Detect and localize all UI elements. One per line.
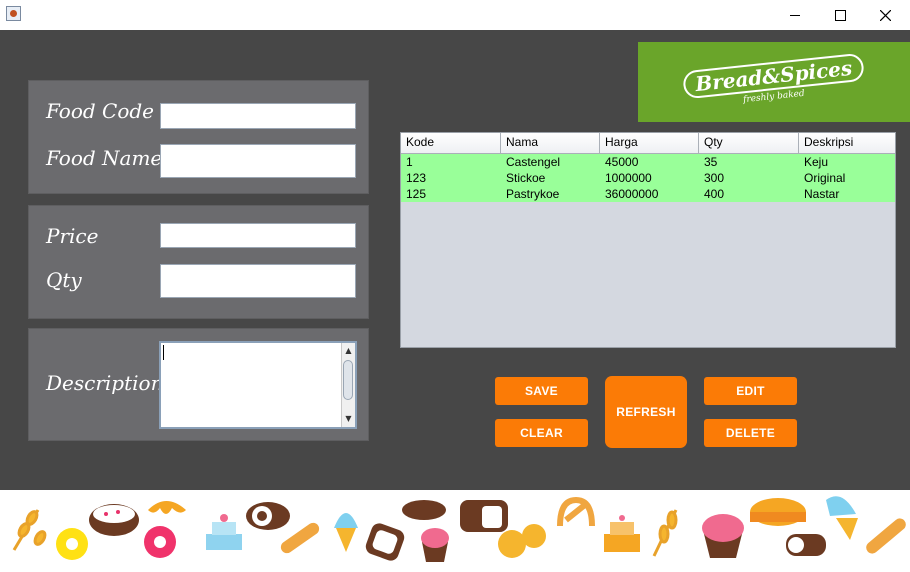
pie-icon — [750, 498, 806, 526]
column-header-qty[interactable]: Qty — [699, 133, 799, 153]
muffin-icon — [702, 514, 744, 558]
table-cell: Nastar — [804, 187, 840, 201]
baguette-icon — [280, 522, 320, 554]
table-cell: 35 — [704, 155, 718, 169]
minimize-button[interactable] — [772, 0, 818, 30]
pretzel-icon — [557, 496, 595, 527]
scroll-up-icon[interactable]: ▲ — [342, 344, 355, 358]
save-button[interactable]: SAVE — [495, 377, 588, 405]
table-cell: Keju — [804, 155, 829, 169]
column-header-deskripsi[interactable]: Deskripsi — [799, 133, 895, 153]
table-row[interactable]: 125 Pastrykoe 36000000 400 Nastar — [401, 186, 895, 202]
wheat-icon — [652, 509, 678, 557]
table-cell: 123 — [406, 171, 427, 185]
food-name-label: Food Name — [46, 146, 163, 170]
table-header: Kode Nama Harga Qty Deskripsi — [401, 133, 895, 154]
table-cell: 400 — [704, 187, 725, 201]
refresh-button[interactable]: REFRESH — [605, 376, 687, 448]
maximize-button[interactable] — [817, 0, 863, 30]
ice-cream-icon — [334, 513, 358, 552]
swiss-roll-icon — [786, 534, 826, 556]
bread-icon — [460, 500, 508, 532]
descriptions-scrollbar[interactable]: ▲ ▼ — [341, 343, 355, 427]
panel-description: Descriptions ▲ ▼ — [28, 328, 369, 441]
java-app-icon — [6, 6, 21, 21]
donut-icon — [144, 526, 176, 558]
bread-loaf-icon — [402, 500, 446, 520]
descriptions-textarea[interactable]: ▲ ▼ — [159, 341, 357, 429]
layer-cake-icon — [604, 515, 640, 552]
table-cell: Original — [804, 171, 846, 185]
donut-icon — [56, 528, 88, 560]
table-cell: Pastrykoe — [506, 187, 560, 201]
edit-button[interactable]: EDIT — [704, 377, 797, 405]
baguette-icon — [866, 518, 906, 554]
bread-spices-logo: Bread&Spices freshly baked — [638, 42, 910, 122]
table-cell: 1 — [406, 155, 413, 169]
table-row[interactable]: 1 Castengel 45000 35 Keju — [401, 154, 895, 170]
cupcake-icon — [421, 528, 449, 562]
price-input[interactable] — [160, 223, 356, 248]
food-code-label: Food Code — [46, 99, 155, 123]
bakery-icons-strip — [12, 496, 906, 562]
maximize-icon — [834, 9, 846, 21]
layer-cake-icon — [206, 514, 242, 550]
swiss-roll-icon — [246, 502, 290, 530]
scroll-thumb[interactable] — [343, 360, 353, 400]
minimize-icon — [790, 14, 800, 16]
column-header-kode[interactable]: Kode — [401, 133, 501, 153]
ice-cream-icon — [826, 496, 858, 540]
cake-icon — [89, 504, 139, 536]
table-row[interactable]: 123 Stickoe 1000000 300 Original — [401, 170, 895, 186]
window-titlebar — [0, 0, 910, 30]
toast-icon — [365, 523, 405, 561]
bakery-footer — [0, 490, 910, 572]
food-code-input[interactable] — [160, 103, 356, 129]
table-cell: 1000000 — [605, 171, 652, 185]
food-table[interactable]: Kode Nama Harga Qty Deskripsi 1 Castenge… — [400, 132, 896, 348]
panel-food-identity: Food Code Food Name — [28, 80, 369, 194]
column-header-nama[interactable]: Nama — [501, 133, 600, 153]
table-cell: Castengel — [506, 155, 561, 169]
table-cell: 45000 — [605, 155, 639, 169]
price-label: Price — [46, 224, 99, 248]
close-button[interactable] — [862, 0, 908, 30]
qty-input[interactable] — [160, 264, 356, 298]
table-cell: 125 — [406, 187, 427, 201]
close-icon — [879, 9, 891, 21]
croissant-icon — [148, 501, 186, 514]
scroll-down-icon[interactable]: ▼ — [342, 412, 355, 426]
main-area: Food Code Food Name Price Qty Descriptio… — [0, 30, 910, 490]
wheat-icon — [12, 509, 47, 551]
qty-label: Qty — [46, 268, 82, 292]
table-cell: 300 — [704, 171, 725, 185]
column-header-harga[interactable]: Harga — [600, 133, 699, 153]
text-caret — [163, 345, 164, 360]
descriptions-label: Descriptions — [46, 371, 174, 395]
panel-price-qty: Price Qty — [28, 205, 369, 319]
table-cell: 36000000 — [605, 187, 659, 201]
table-cell: Stickoe — [506, 171, 546, 185]
clear-button[interactable]: CLEAR — [495, 419, 588, 447]
food-name-input[interactable] — [160, 144, 356, 178]
delete-button[interactable]: DELETE — [704, 419, 797, 447]
